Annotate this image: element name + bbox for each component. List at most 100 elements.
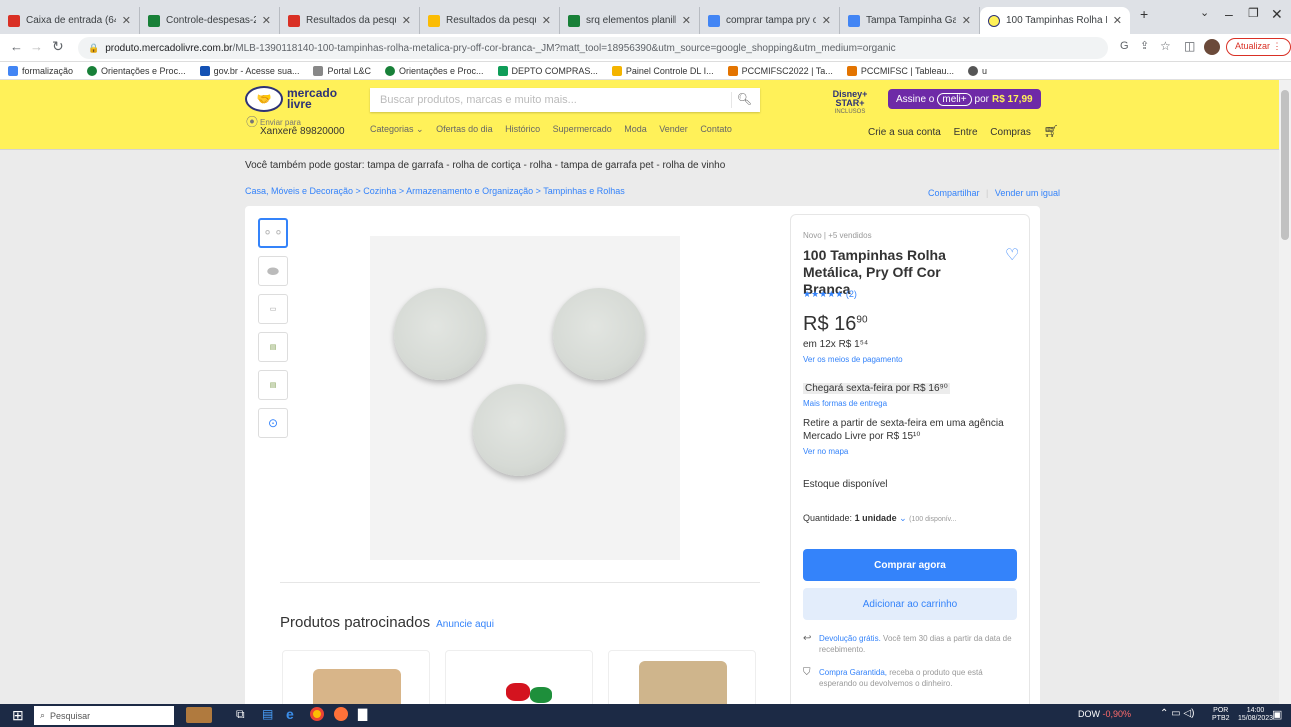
disney-star-banner[interactable]: Disney+ STAR+ INCLUSOS [818, 90, 882, 116]
bookmark-item[interactable]: Portal L&C [313, 65, 371, 76]
product-card: ⚬⚬ ⬬ ▭ ▤ ▤ ⊙ Produtos patrocinados Anunci… [245, 206, 1040, 704]
browser-tab[interactable]: comprar tampa pry off 10✕ [700, 7, 840, 34]
sponsored-product-card[interactable] [608, 650, 756, 704]
advertise-link[interactable]: Anuncie aqui [436, 619, 494, 630]
payment-methods-link[interactable]: Ver os meios de pagamento [803, 355, 903, 364]
chrome-icon[interactable] [310, 707, 324, 721]
explorer-icon[interactable]: ▤ [262, 707, 273, 721]
nav-link[interactable]: Ofertas do dia [436, 124, 493, 134]
favorite-heart-icon[interactable]: ♡ [1005, 245, 1019, 265]
reload-icon[interactable]: ↻ [52, 38, 64, 55]
thumbnail-3[interactable]: ▭ [258, 294, 288, 324]
document-icon[interactable]: ▇ [358, 707, 367, 721]
close-tab-icon[interactable]: ✕ [822, 14, 831, 27]
side-panel-icon[interactable]: ◫ [1184, 39, 1195, 53]
browser-tab[interactable]: srq elementos planilh atua✕ [560, 7, 700, 34]
nav-link[interactable]: Categorias ⌄ [370, 124, 424, 134]
nav-link[interactable]: Histórico [505, 124, 540, 134]
bookmark-item[interactable]: PCCMIFSC | Tableau... [846, 65, 954, 76]
product-main-image[interactable] [370, 236, 680, 560]
thumbnail-4[interactable]: ▤ [258, 332, 288, 362]
forward-icon[interactable]: → [30, 39, 43, 54]
close-tab-icon[interactable]: ✕ [682, 14, 691, 27]
firefox-icon[interactable] [334, 707, 348, 721]
cart-icon[interactable]: 🛒︎ [1044, 124, 1059, 138]
purchases-link[interactable]: Compras [990, 127, 1031, 138]
task-view-icon[interactable]: ⧉ [236, 707, 245, 722]
search-icon[interactable]: 🔍︎ [737, 92, 752, 106]
profile-avatar[interactable] [1204, 39, 1220, 55]
minimize-icon[interactable]: – [1225, 6, 1233, 22]
sponsored-product-card[interactable] [445, 650, 593, 704]
edge-icon[interactable]: e [286, 706, 294, 722]
mercadolivre-logo[interactable]: 🤝 mercado livre [245, 86, 337, 112]
meli-plus-banner[interactable]: Assine o meli+ por R$ 17,99 [888, 89, 1041, 109]
bookmark-star-icon[interactable]: ☆ [1160, 39, 1171, 53]
sponsored-product-card[interactable] [282, 650, 430, 704]
new-tab-button[interactable]: + [1140, 6, 1148, 22]
bookmark-item[interactable]: gov.br - Acesse sua... [199, 65, 299, 76]
browser-tab[interactable]: Tampa Tampinha Garrafa✕ [840, 7, 980, 34]
notifications-icon[interactable]: ▣ [1272, 708, 1282, 721]
maximize-icon[interactable]: ❐ [1248, 6, 1259, 20]
close-tab-icon[interactable]: ✕ [542, 14, 551, 27]
close-tab-icon[interactable]: ✕ [122, 14, 131, 27]
map-link[interactable]: Ver no mapa [803, 447, 848, 456]
browser-tab[interactable]: Resultados da pesquisa -✕ [280, 7, 420, 34]
clock[interactable]: 14:00 15/08/2023 [1238, 707, 1273, 723]
stock-ticker[interactable]: DOW -0,90% [1078, 709, 1131, 719]
nav-link[interactable]: Contato [700, 124, 732, 134]
update-button[interactable]: Atualizar ⋮ [1226, 38, 1291, 56]
language-indicator[interactable]: POR PTB2 [1212, 707, 1230, 723]
create-account-link[interactable]: Crie a sua conta [868, 127, 941, 138]
related-search-links[interactable]: tampa de garrafa - rolha de cortiça - ro… [367, 160, 725, 171]
address-bar-row: ← → ↻ 🔒 produto.mercadolivre.com.br/MLB-… [0, 34, 1291, 62]
nav-link[interactable]: Supermercado [553, 124, 612, 134]
login-link[interactable]: Entre [954, 127, 978, 138]
add-to-cart-button[interactable]: Adicionar ao carrinho [803, 588, 1017, 620]
google-lens-icon[interactable]: G [1120, 40, 1129, 52]
url-input[interactable]: 🔒 produto.mercadolivre.com.br/MLB-139011… [78, 37, 1108, 59]
scrollbar-thumb[interactable] [1281, 90, 1289, 240]
browser-tab-active[interactable]: 100 Tampinhas Rolha Met✕ [980, 7, 1130, 34]
close-tab-icon[interactable]: ✕ [262, 14, 271, 27]
lock-icon: 🔒 [88, 42, 100, 53]
close-tab-icon[interactable]: ✕ [402, 14, 411, 27]
nav-link[interactable]: Vender [659, 124, 688, 134]
bookmark-item[interactable]: PCCMIFSC2022 | Ta... [727, 65, 833, 76]
browser-tab[interactable]: Caixa de entrada (648) - ✕ [0, 7, 140, 34]
thumbnail-1[interactable]: ⚬⚬ [258, 218, 288, 248]
close-tab-icon[interactable]: ✕ [962, 14, 971, 27]
thumbnail-2[interactable]: ⬬ [258, 256, 288, 286]
bookmark-item[interactable]: Orientações e Proc... [384, 65, 484, 76]
close-window-icon[interactable]: ✕ [1271, 6, 1283, 23]
nav-link[interactable]: Moda [624, 124, 647, 134]
browser-tab[interactable]: Resultados da pesquisa -✕ [420, 7, 560, 34]
tab-search-icon[interactable]: ⌄ [1200, 6, 1209, 19]
page-scrollbar[interactable] [1279, 80, 1291, 704]
bookmark-item[interactable]: formalização [8, 65, 73, 76]
share-link[interactable]: Compartilhar [928, 188, 980, 198]
bookmark-item[interactable]: Painel Controle DL I... [611, 65, 714, 76]
shipping-location[interactable]: ⦿ Enviar para Xanxerê 89820000 [246, 116, 345, 137]
quantity-select[interactable]: Quantidade: 1 unidade ⌄ (100 disponív... [803, 513, 957, 524]
rating[interactable]: ★★★★★ (2) [803, 289, 857, 300]
thumbnail-video[interactable]: ⊙ [258, 408, 288, 438]
breadcrumb[interactable]: Casa, Móveis e Decoração > Cozinha > Arm… [245, 186, 625, 196]
sell-same-link[interactable]: Vender um igual [995, 188, 1060, 198]
delivery-options-link[interactable]: Mais formas de entrega [803, 399, 887, 408]
windows-start-icon[interactable]: ⊞ [12, 707, 24, 724]
buy-now-button[interactable]: Comprar agora [803, 549, 1017, 581]
bookmark-item[interactable]: Orientações e Proc... [87, 65, 186, 76]
browser-tab[interactable]: Controle-despesas-2023✕ [140, 7, 280, 34]
system-tray-icons[interactable]: ⌃ ▭ ◁) [1160, 708, 1194, 719]
bookmark-item[interactable]: u [968, 65, 987, 76]
share-icon[interactable]: ⇪ [1140, 39, 1149, 52]
taskbar-search-input[interactable]: ⌕ Pesquisar [34, 706, 174, 725]
bookmark-item[interactable]: DEPTO COMPRAS... [497, 65, 598, 76]
close-tab-icon[interactable]: ✕ [1113, 14, 1122, 27]
widget-icon[interactable] [186, 707, 212, 723]
thumbnail-5[interactable]: ▤ [258, 370, 288, 400]
back-icon[interactable]: ← [10, 39, 23, 54]
search-input[interactable]: Buscar produtos, marcas e muito mais... … [370, 88, 760, 112]
